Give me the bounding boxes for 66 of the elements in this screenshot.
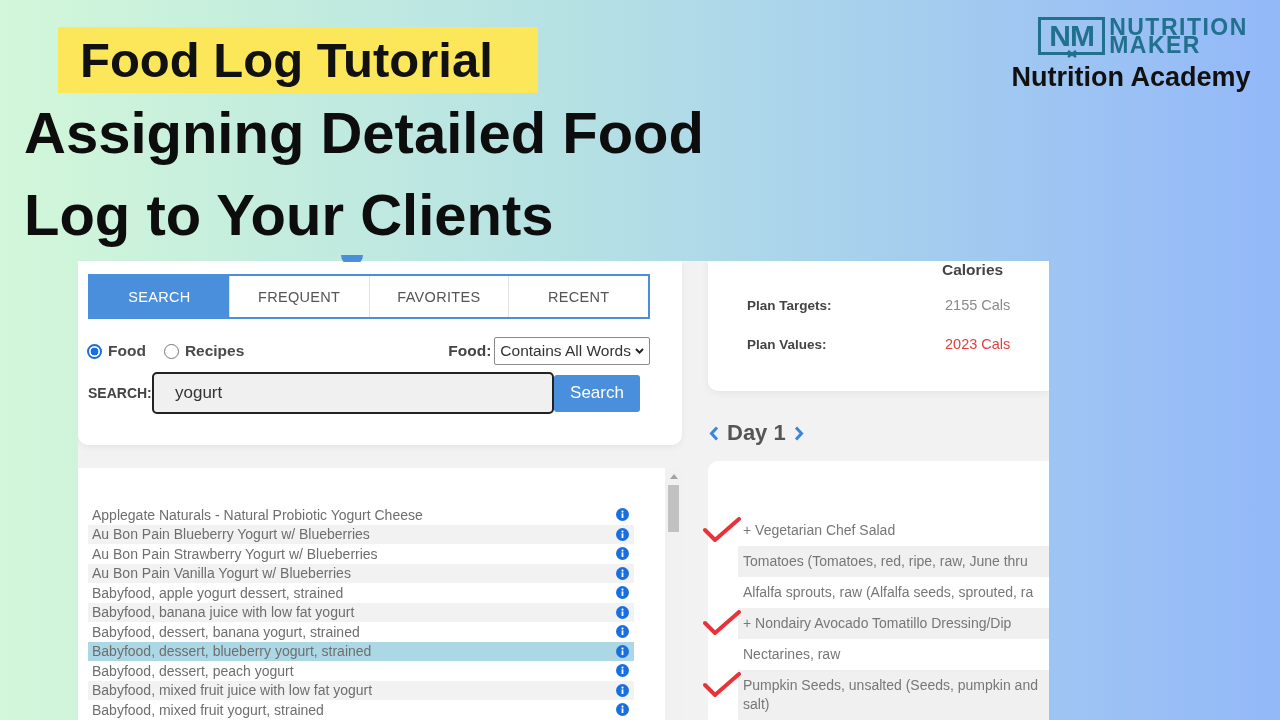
food-name: Au Bon Pain Vanilla Yogurt w/ Blueberries — [92, 565, 351, 582]
result-row[interactable]: Babyfood, mixed fruit juice with low fat yogurt — [88, 680, 634, 700]
logo-wordmark: NUTRITION MAKER — [1109, 17, 1248, 55]
food-name: Babyfood, banana juice with low fat yogurt — [92, 604, 355, 621]
radio-label[interactable]: Food — [108, 342, 146, 360]
chevron-right-icon[interactable] — [793, 425, 804, 441]
result-row[interactable]: Applegate Naturals - Natural Probiotic Yogurt Cheese — [88, 505, 634, 525]
radio-button[interactable] — [163, 343, 179, 359]
info-icon[interactable] — [616, 508, 629, 522]
semicircle-icon — [341, 255, 363, 262]
info-icon[interactable] — [616, 664, 629, 678]
chevron-left-icon[interactable] — [709, 425, 719, 441]
info-icon[interactable] — [616, 703, 629, 717]
day-label: Day 1 — [727, 420, 786, 446]
field-label: Food: — [448, 342, 492, 360]
result-row[interactable]: Babyfood, banana juice with low fat yogurt — [88, 602, 634, 622]
result-row[interactable]: Babyfood, apple yogurt dessert, strained — [88, 583, 634, 603]
result-row[interactable]: Au Bon Pain Blueberry Yogurt w/ Blueberries — [88, 524, 634, 544]
food-name: Babyfood, dessert, banana yogurt, strained — [92, 623, 360, 640]
search-field[interactable]: yogurt — [152, 372, 554, 414]
result-row[interactable]: Babyfood, dessert, blueberry yogurt, strained — [88, 641, 634, 661]
column-header: Calories — [942, 261, 1004, 279]
result-row[interactable]: Babyfood, dessert, peach yogurt — [88, 661, 634, 681]
plan-value: 2155 Cals — [945, 297, 1011, 313]
cross-mark-icon — [1067, 50, 1078, 58]
food-name: Au Bon Pain Strawberry Yogurt w/ Blueberries — [92, 545, 378, 562]
result-row[interactable]: Au Bon Pain Vanilla Yogurt w/ Blueberries — [88, 563, 634, 583]
plan-label: Plan Targets: — [747, 297, 832, 313]
food-name: Babyfood, mixed fruit juice with low fat yogurt — [92, 682, 373, 699]
meal-item[interactable]: Pumpkin Seeds, unsalted (Seeds, pumpkin and salt) — [738, 670, 1049, 720]
result-row[interactable]: Au Bon Pain Strawberry Yogurt w/ Blueberries — [88, 544, 634, 564]
meal-item[interactable]: + Nondairy Avocado Tomatillo Dressing/Dip — [738, 608, 1049, 639]
info-icon[interactable] — [616, 566, 629, 580]
info-icon[interactable] — [616, 547, 629, 561]
meal-item[interactable]: Tomatoes (Tomatoes, red, ripe, raw, June thru — [738, 546, 1049, 577]
plan-label: Plan Values: — [747, 336, 827, 352]
food-name: Babyfood, dessert, peach yogurt — [92, 662, 294, 679]
tab[interactable]: SEARCH — [90, 276, 229, 317]
info-icon[interactable] — [616, 625, 629, 639]
plan-value: 2023 Cals — [945, 336, 1011, 352]
result-row[interactable]: Babyfood, mixed fruit yogurt, strained — [88, 700, 634, 720]
logo-subtitle: Nutrition Academy — [1011, 61, 1251, 93]
title-banner: Food Log Tutorial — [58, 27, 538, 93]
food-name: Babyfood, dessert, blueberry yogurt, strained — [92, 643, 372, 660]
result-row[interactable]: Babyfood, dessert, banana yogurt, strained — [88, 622, 634, 642]
search-button[interactable]: Search — [554, 374, 640, 412]
meal-item[interactable]: Nectarines, raw — [738, 639, 1049, 670]
food-name: Babyfood, mixed fruit yogurt, strained — [92, 701, 324, 718]
food-name: Babyfood, apple yogurt dessert, strained — [92, 584, 344, 601]
radio-label[interactable]: Recipes — [184, 342, 245, 360]
meal-item[interactable]: Alfalfa sprouts, raw (Alfalfa seeds, sprouted, ra — [738, 577, 1049, 608]
headline: Assigning Detailed Food Log to Your Clients — [24, 99, 705, 249]
info-icon[interactable] — [616, 527, 629, 541]
search-label: SEARCH: — [88, 385, 152, 401]
info-icon[interactable] — [616, 586, 629, 600]
chevron-down-icon — [635, 348, 644, 354]
logo-mark: NM — [1038, 17, 1106, 55]
radio-button[interactable] — [87, 343, 102, 359]
info-icon[interactable] — [616, 644, 629, 658]
meal-item[interactable]: + Vegetarian Chef Salad — [738, 515, 1049, 546]
info-icon[interactable] — [616, 605, 629, 619]
info-icon[interactable] — [616, 683, 629, 697]
food-name: Applegate Naturals - Natural Probiotic Yogurt Cheese — [92, 506, 423, 523]
scrollbar-thumb[interactable] — [668, 485, 679, 532]
food-name: Au Bon Pain Blueberry Yogurt w/ Blueberries — [92, 526, 370, 543]
match-type-dropdown[interactable]: Contains All Words — [494, 337, 650, 365]
